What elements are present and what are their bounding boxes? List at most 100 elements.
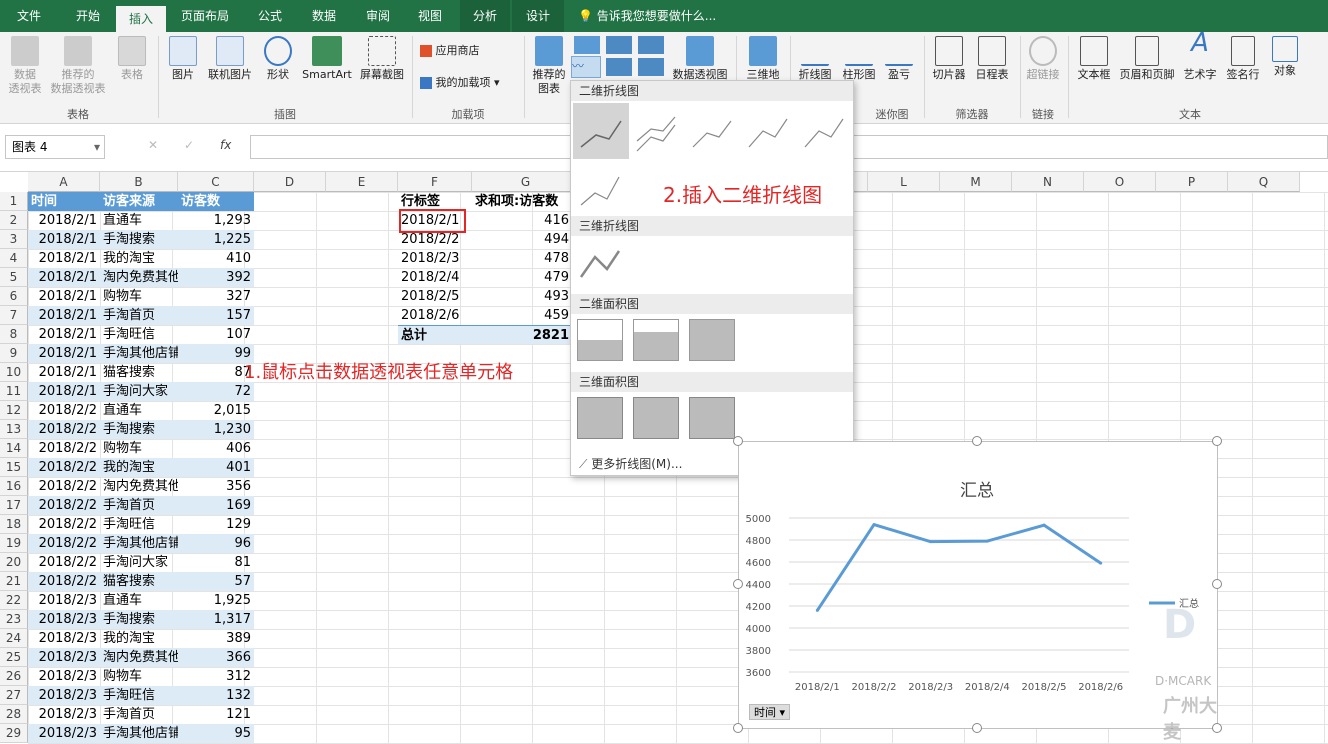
sparkline-column-button[interactable]: 柱形图 [838,36,880,82]
column-header-b[interactable]: B [100,172,178,192]
table-cell-date[interactable]: 2018/2/3 [28,686,100,705]
table-cell-date[interactable]: 2018/2/1 [28,344,100,363]
cancel-icon[interactable]: ✕ [148,138,158,152]
table-cell-date[interactable]: 2018/2/2 [28,420,100,439]
tab-page-layout[interactable]: 页面布局 [170,0,240,32]
pivot-row-value[interactable]: 493 [472,287,572,306]
pivot-row-label[interactable]: 2018/2/3 [398,249,472,268]
row-header[interactable]: 15 [0,458,28,477]
row-header[interactable]: 23 [0,610,28,629]
pivot-row-label[interactable]: 2018/2/4 [398,268,472,287]
stat-chart-icon[interactable] [606,58,632,76]
table-cell-date[interactable]: 2018/2/3 [28,667,100,686]
row-header[interactable]: 25 [0,648,28,667]
table-header-b[interactable]: 访客来源 [100,192,178,211]
table-cell-source[interactable]: 我的淘宝 [100,458,178,477]
table-cell-date[interactable]: 2018/2/2 [28,496,100,515]
table-cell-date[interactable]: 2018/2/3 [28,648,100,667]
3d-area-option[interactable] [577,397,623,439]
slicer-button[interactable]: 切片器 [928,36,970,82]
table-cell-visitors[interactable]: 1,317 [178,610,254,629]
row-header[interactable]: 5 [0,268,28,287]
table-cell-visitors[interactable]: 96 [178,534,254,553]
table-cell-source[interactable]: 手淘其他店铺 [100,534,178,553]
table-cell-date[interactable]: 2018/2/1 [28,382,100,401]
row-header[interactable]: 1 [0,192,28,211]
column-header-c[interactable]: C [178,172,254,192]
function-icon[interactable]: fx [220,138,231,152]
table-cell-source[interactable]: 直通车 [100,401,178,420]
row-header[interactable]: 24 [0,629,28,648]
table-cell-date[interactable]: 2018/2/2 [28,477,100,496]
column-header-q[interactable]: Q [1228,172,1300,192]
resize-handle[interactable] [1212,579,1222,589]
tab-file[interactable]: 文件 [4,0,54,32]
table-cell-date[interactable]: 2018/2/3 [28,705,100,724]
3d-100-stacked-area-option[interactable] [689,397,735,439]
pivot-row-value[interactable]: 459 [472,306,572,325]
row-header[interactable]: 6 [0,287,28,306]
table-cell-visitors[interactable]: 366 [178,648,254,667]
table-cell-visitors[interactable]: 95 [178,724,254,743]
pivot-total-value[interactable]: 2821 [472,325,572,344]
column-header-e[interactable]: E [326,172,398,192]
table-cell-visitors[interactable]: 72 [178,382,254,401]
table-cell-date[interactable]: 2018/2/2 [28,401,100,420]
100-line-markers-option[interactable] [577,167,623,209]
table-cell-visitors[interactable]: 169 [178,496,254,515]
tab-home[interactable]: 开始 [62,0,114,32]
resize-handle[interactable] [733,436,743,446]
column-header-f[interactable]: F [398,172,472,192]
row-header[interactable]: 19 [0,534,28,553]
tab-insert[interactable]: 插入 [116,6,166,32]
resize-handle[interactable] [1212,436,1222,446]
resize-handle[interactable] [972,436,982,446]
smartart-button[interactable]: SmartArt [300,36,354,82]
area-option[interactable] [577,319,623,361]
3d-stacked-area-option[interactable] [633,397,679,439]
pivot-row-value[interactable]: 479 [472,268,572,287]
table-cell-visitors[interactable]: 2,015 [178,401,254,420]
table-cell-visitors[interactable]: 1,225 [178,230,254,249]
table-header-a[interactable]: 时间 [28,192,100,211]
table-cell-source[interactable]: 手淘首页 [100,306,178,325]
table-cell-source[interactable]: 手淘旺信 [100,515,178,534]
row-header[interactable]: 11 [0,382,28,401]
pivot-row-label[interactable]: 2018/2/6 [398,306,472,325]
field-button-time[interactable]: 时间 ▾ [749,704,791,720]
pivot-row-value[interactable]: 478 [472,249,572,268]
tab-analyze[interactable]: 分析 [460,0,510,32]
table-cell-date[interactable]: 2018/2/3 [28,629,100,648]
table-cell-visitors[interactable]: 121 [178,705,254,724]
row-header[interactable]: 16 [0,477,28,496]
3d-map-button[interactable]: 三维地 [742,36,784,82]
table-cell-visitors[interactable]: 1,230 [178,420,254,439]
column-header-p[interactable]: P [1156,172,1228,192]
table-cell-visitors[interactable]: 1,925 [178,591,254,610]
pivot-row-label[interactable]: 2018/2/5 [398,287,472,306]
table-button[interactable]: 表格 [112,36,152,82]
table-cell-date[interactable]: 2018/2/1 [28,230,100,249]
row-header[interactable]: 17 [0,496,28,515]
row-header[interactable]: 14 [0,439,28,458]
online-picture-button[interactable]: 联机图片 [204,36,256,82]
table-cell-date[interactable]: 2018/2/1 [28,363,100,382]
row-header[interactable]: 20 [0,553,28,572]
table-cell-visitors[interactable]: 157 [178,306,254,325]
column-header-a[interactable]: A [28,172,100,192]
table-cell-date[interactable]: 2018/2/1 [28,268,100,287]
row-header[interactable]: 28 [0,705,28,724]
pivot-header-sum[interactable]: 求和项:访客数 [472,192,572,211]
screenshot-button[interactable]: 屏幕截图 [356,36,408,82]
waterfall-chart-icon[interactable] [638,36,664,54]
table-cell-date[interactable]: 2018/2/3 [28,610,100,629]
table-cell-date[interactable]: 2018/2/2 [28,458,100,477]
table-cell-date[interactable]: 2018/2/3 [28,724,100,743]
row-header[interactable]: 7 [0,306,28,325]
resize-handle[interactable] [733,723,743,733]
table-cell-visitors[interactable]: 327 [178,287,254,306]
column-header-n[interactable]: N [1012,172,1084,192]
resize-handle[interactable] [1212,723,1222,733]
table-cell-visitors[interactable]: 87 [178,363,254,382]
recommended-charts-button[interactable]: 推荐的 图表 [528,36,570,96]
